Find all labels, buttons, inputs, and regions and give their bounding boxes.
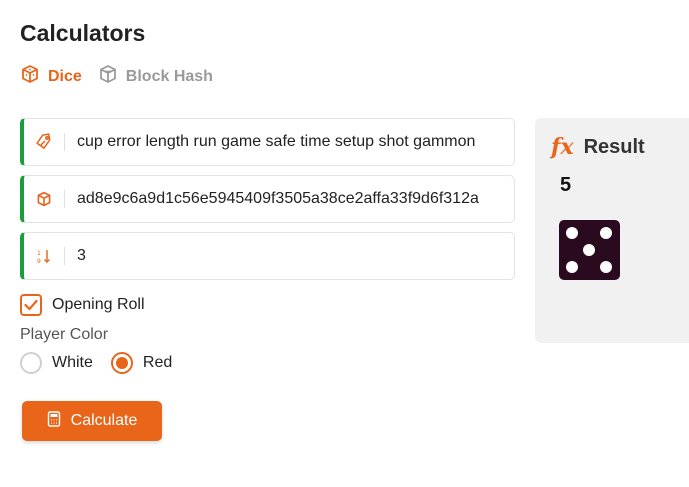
seed-phrase-input[interactable]: cup error length run game safe time setu… bbox=[65, 133, 475, 151]
hash-input[interactable]: ad8e9c6a9d1c56e5945409f3505a38ce2affa33f… bbox=[65, 190, 479, 208]
svg-text:9: 9 bbox=[37, 258, 41, 264]
result-panel: fx Result 5 bbox=[535, 118, 689, 343]
calculate-button[interactable]: Calculate bbox=[22, 401, 162, 441]
calculator-icon bbox=[47, 410, 61, 432]
player-color-radio-group: White Red bbox=[20, 352, 180, 374]
function-icon: fx bbox=[551, 134, 574, 160]
hash-field[interactable]: ad8e9c6a9d1c56e5945409f3505a38ce2affa33f… bbox=[20, 175, 515, 223]
result-header: fx Result bbox=[551, 134, 645, 160]
sort-numeric-icon: 1 9 bbox=[24, 233, 64, 279]
cube-icon bbox=[24, 176, 64, 222]
page-title: Calculators bbox=[20, 20, 146, 46]
tab-dice[interactable]: Dice bbox=[20, 64, 82, 89]
cube-icon bbox=[20, 64, 40, 89]
tab-bar: Dice Block Hash bbox=[20, 64, 213, 89]
number-input[interactable]: 3 bbox=[65, 247, 86, 265]
tab-block-hash-label: Block Hash bbox=[125, 67, 213, 85]
radio-white[interactable] bbox=[20, 352, 42, 374]
tab-dice-label: Dice bbox=[48, 67, 82, 85]
tab-block-hash[interactable]: Block Hash bbox=[98, 64, 213, 89]
seed-phrase-field[interactable]: cup error length run game safe time setu… bbox=[20, 118, 515, 166]
opening-roll-row: Opening Roll bbox=[20, 294, 145, 316]
player-color-label: Player Color bbox=[20, 326, 109, 343]
svg-text:1: 1 bbox=[37, 250, 41, 257]
die-face-five-icon bbox=[559, 220, 620, 280]
radio-white-label: White bbox=[52, 354, 93, 371]
radio-dot bbox=[115, 357, 128, 369]
cube-outline-icon bbox=[98, 64, 118, 89]
number-field[interactable]: 1 9 3 bbox=[20, 232, 515, 280]
checkmark-icon bbox=[24, 299, 38, 311]
radio-red[interactable] bbox=[110, 352, 133, 374]
result-title: Result bbox=[583, 135, 645, 158]
result-value: 5 bbox=[560, 174, 572, 196]
calculate-button-label: Calculate bbox=[70, 412, 138, 429]
opening-roll-label: Opening Roll bbox=[52, 296, 145, 313]
radio-red-label: Red bbox=[142, 354, 173, 371]
opening-roll-checkbox[interactable] bbox=[20, 294, 42, 316]
tag-icon bbox=[24, 119, 64, 165]
